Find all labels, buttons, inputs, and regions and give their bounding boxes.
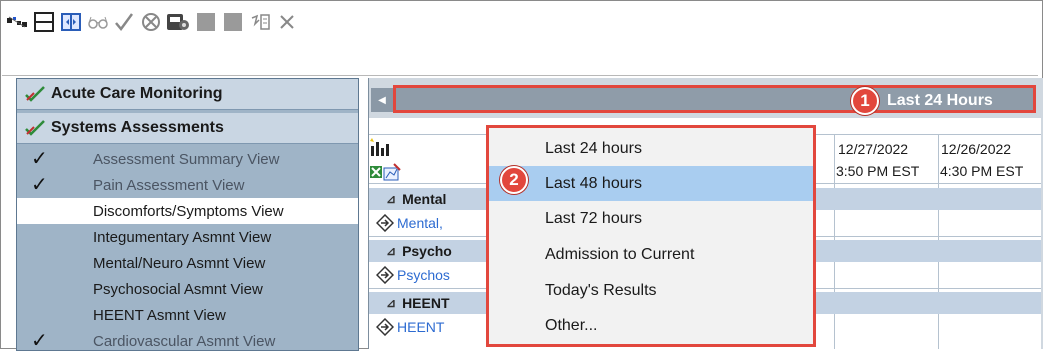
chart-icon[interactable] — [369, 136, 391, 163]
diamond-arrow-icon — [376, 214, 394, 232]
dropdown-option[interactable]: Last 72 hours — [489, 201, 813, 236]
nav-item-heent[interactable]: HEENT Asmnt View — [17, 302, 358, 328]
nav-item-cardiovascular[interactable]: ✓ Cardiovascular Asmnt View — [17, 328, 358, 354]
band-label: Systems Assessments — [51, 119, 224, 136]
column-time[interactable]: 4:30 PM EST — [940, 163, 1023, 179]
nav-item-pain-assessment[interactable]: ✓ Pain Assessment View — [17, 172, 358, 198]
sign-icon[interactable] — [250, 12, 270, 32]
section-link[interactable]: Mental, — [397, 215, 443, 231]
gray-block-icon-2[interactable] — [223, 12, 243, 32]
band-acute-care-monitoring[interactable]: Acute Care Monitoring — [17, 79, 358, 110]
link-toggle-icon[interactable] — [7, 12, 27, 32]
gray-block-icon[interactable] — [196, 12, 216, 32]
nav-item-label: Cardiovascular Asmnt View — [93, 332, 276, 350]
scroll-left-button[interactable]: ◀ — [371, 88, 393, 112]
nav-item-label: HEENT Asmnt View — [93, 306, 226, 324]
diamond-arrow-icon — [376, 266, 394, 284]
column-time[interactable]: 3:50 PM EST — [836, 163, 919, 179]
nav-item-label: Integumentary Asmnt View — [93, 228, 272, 246]
dropdown-option[interactable]: Admission to Current — [489, 237, 813, 272]
option-label: Last 72 hours — [545, 209, 642, 227]
option-label: Other... — [545, 316, 598, 334]
section-row-psycho[interactable]: ⊿ Psycho — [386, 243, 452, 259]
section-link[interactable]: HEENT — [397, 319, 444, 335]
time-range-dropdown: Last 24 hours Last 48 hours Last 72 hour… — [486, 125, 816, 347]
link-row-psycho[interactable]: Psychos — [376, 266, 450, 284]
band-systems-assessments[interactable]: Systems Assessments — [17, 113, 358, 144]
column-date[interactable]: 12/26/2022 — [941, 141, 1011, 157]
toolbar — [2, 2, 1038, 76]
dropdown-option[interactable]: Other... — [489, 308, 813, 343]
nav-item-label: Psychosocial Asmnt View — [93, 280, 263, 298]
band-check-icon — [25, 86, 45, 102]
collapse-triangle-icon[interactable]: ⊿ — [386, 244, 396, 258]
checkmark-icon[interactable] — [114, 12, 134, 32]
nav-item-discomforts-symptoms[interactable]: Discomforts/Symptoms View — [17, 198, 358, 224]
callout-badge-2: 2 — [500, 166, 528, 194]
callout-badge-1: 1 — [851, 87, 879, 115]
option-label: Admission to Current — [545, 245, 695, 263]
nav-item-label: Discomforts/Symptoms View — [93, 202, 284, 220]
column-date[interactable]: 12/27/2022 — [838, 141, 908, 157]
nav-item-mental-neuro[interactable]: Mental/Neuro Asmnt View — [17, 250, 358, 276]
section-label: Mental — [402, 191, 447, 207]
time-range-label[interactable]: Last 24 Hours — [887, 92, 993, 110]
option-label: Today's Results — [545, 281, 657, 299]
option-label: Last 24 hours — [545, 139, 642, 157]
band-label: Acute Care Monitoring — [51, 85, 223, 102]
collapse-triangle-icon[interactable]: ⊿ — [386, 192, 396, 206]
glasses-icon[interactable] — [88, 12, 108, 32]
nav-item-psychosocial[interactable]: Psychosocial Asmnt View — [17, 276, 358, 302]
nav-item-label: Mental/Neuro Asmnt View — [93, 254, 266, 272]
navigator-panel: Acute Care Monitoring Systems Assessment… — [16, 78, 359, 351]
cancel-circle-icon[interactable] — [141, 12, 161, 32]
nav-item-integumentary[interactable]: Integumentary Asmnt View — [17, 224, 358, 250]
nav-item-label: Pain Assessment View — [93, 176, 245, 194]
section-row-mental[interactable]: ⊿ Mental — [386, 191, 446, 207]
table-view-icon[interactable] — [34, 12, 54, 32]
dropdown-option-selected[interactable]: Last 48 hours — [489, 166, 813, 201]
section-link[interactable]: Psychos — [397, 267, 450, 283]
section-row-heent[interactable]: ⊿ HEENT — [386, 295, 450, 311]
section-label: Psycho — [402, 243, 452, 259]
checkmark-icon: ✓ — [31, 174, 48, 196]
collapse-triangle-icon[interactable]: ⊿ — [386, 296, 396, 310]
link-row-heent[interactable]: HEENT — [376, 318, 444, 336]
close-x-icon[interactable] — [277, 12, 297, 32]
nav-item-assessment-summary[interactable]: ✓ Assessment Summary View — [17, 146, 358, 172]
section-label: HEENT — [402, 295, 450, 311]
checkmark-icon: ✓ — [31, 148, 48, 170]
graph-edit-icon[interactable] — [368, 160, 408, 187]
band-check-icon — [25, 120, 45, 136]
dropdown-option[interactable]: Last 24 hours — [489, 131, 813, 166]
dropdown-option[interactable]: Today's Results — [489, 273, 813, 308]
split-view-icon[interactable] — [61, 12, 81, 32]
option-label: Last 48 hours — [545, 174, 642, 192]
printer-icon[interactable] — [166, 12, 190, 32]
checkmark-icon: ✓ — [31, 330, 48, 352]
diamond-arrow-icon — [376, 318, 394, 336]
link-row-mental[interactable]: Mental, — [376, 214, 443, 232]
nav-item-label: Assessment Summary View — [93, 150, 280, 168]
